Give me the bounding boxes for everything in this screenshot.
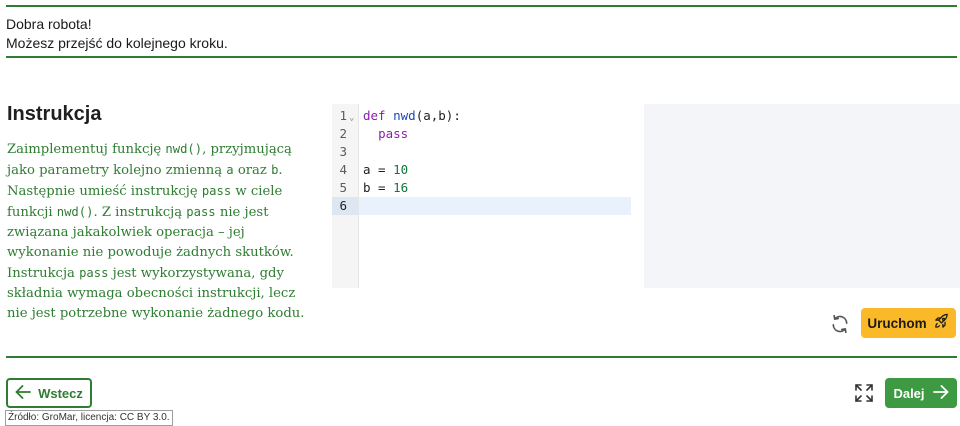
inline-code: pass <box>186 205 216 219</box>
code-line[interactable]: b = 16 <box>359 179 631 197</box>
inline-code: a <box>226 163 234 177</box>
feedback-message: Możesz przejść do kolejnego kroku. <box>6 35 228 51</box>
inline-code: nwd() <box>56 205 94 219</box>
line-number: 2 <box>339 126 347 141</box>
code-text: (a,b): <box>415 108 461 123</box>
line-number-gutter: 1 ⌄ 2 3 4 5 6 <box>332 104 359 288</box>
arrow-right-icon <box>932 384 949 402</box>
back-button-label: Wstecz <box>38 385 83 401</box>
line-number: 3 <box>339 144 347 159</box>
inline-code: pass <box>79 266 109 280</box>
footer-divider <box>6 356 957 358</box>
instruction-text: Zaimplementuj funkcję nwd(), przyjmującą… <box>7 139 307 324</box>
code-number: 10 <box>393 162 409 177</box>
code-line[interactable]: a = 10 <box>359 161 631 179</box>
instruction-text-part: . Z instrukcją <box>93 205 187 220</box>
back-button[interactable]: Wstecz <box>6 378 92 408</box>
rocket-icon <box>933 313 950 333</box>
code-line-active[interactable] <box>359 197 631 215</box>
code-text: a = <box>363 162 394 177</box>
source-caption: Źródło: GroMar, licencja: CC BY 3.0. <box>5 410 173 426</box>
code-text: b = <box>363 180 394 195</box>
arrow-left-icon <box>15 384 31 402</box>
run-button-label: Uruchom <box>867 315 927 331</box>
run-button[interactable]: Uruchom <box>861 308 956 338</box>
inline-code: pass <box>201 184 232 198</box>
code-number: 16 <box>393 180 409 195</box>
code-editor[interactable]: 1 ⌄ 2 3 4 5 6 def nwd(a,b): pass a = 10 … <box>332 104 631 288</box>
line-number: 5 <box>339 180 347 195</box>
code-keyword: pass <box>378 126 409 141</box>
inline-code: nwd() <box>165 142 203 156</box>
line-number: 4 <box>339 162 347 177</box>
feedback-banner: Dobra robota! Możesz przejść do kolejneg… <box>6 5 957 58</box>
instruction-title: Instrukcja <box>7 103 102 125</box>
code-line[interactable]: pass <box>359 125 631 143</box>
feedback-title: Dobra robota! <box>6 16 92 32</box>
output-panel <box>644 104 960 288</box>
fullscreen-icon[interactable] <box>852 381 876 405</box>
code-line[interactable]: def nwd(a,b): <box>359 107 631 125</box>
line-number-active: 6 <box>332 197 358 215</box>
code-function-name: nwd <box>393 108 416 123</box>
next-button-label: Dalej <box>893 385 925 401</box>
refresh-icon[interactable] <box>826 310 854 338</box>
instruction-text-part: Zaimplementuj funkcję <box>7 142 166 157</box>
code-keyword: def <box>363 108 386 123</box>
code-line[interactable] <box>359 143 631 161</box>
instruction-text-part: oraz <box>233 163 272 178</box>
next-button[interactable]: Dalej <box>885 378 957 408</box>
